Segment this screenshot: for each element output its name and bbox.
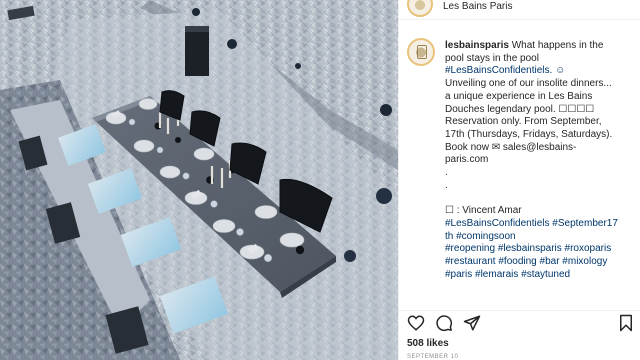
like-count[interactable]: 508 likes (407, 338, 449, 349)
account-name[interactable]: Les Bains Paris (443, 1, 512, 12)
header-avatar[interactable] (407, 0, 433, 17)
caption-line: 17th (Thursdays, Fridays, Saturdays). (445, 128, 613, 140)
share-icon[interactable] (463, 314, 481, 332)
pool-dinner-image (0, 0, 398, 360)
caption-hashtag-line[interactable]: #LesBainsConfidentiels #September17 (445, 218, 635, 231)
caption-text: lesbainsparis What happens in the pool s… (445, 40, 635, 281)
caption-line: lesbainsparis What happens in the (445, 40, 604, 51)
heart-icon[interactable] (407, 314, 425, 332)
post-header: Les Bains Paris (399, 0, 640, 20)
caption-line: pool stays in the pool (445, 52, 539, 64)
caption-line: paris.com (445, 154, 489, 166)
caption-line: . (445, 179, 448, 191)
post-photo[interactable] (0, 0, 398, 360)
caption-username[interactable]: lesbainsparis (445, 40, 509, 51)
caption-line: Unveiling one of our insolite dinners... (445, 78, 612, 90)
post-date: SEPTEMBER 10 (407, 354, 459, 360)
caption-hashtag-line[interactable]: th #comingsoon (445, 231, 635, 244)
post-actions-bar (399, 310, 640, 334)
caption-line: a unique experience in Les Bains (445, 90, 593, 102)
comment-icon[interactable] (435, 314, 453, 332)
caption-line: Douches legendary pool. ☐☐☐☐ (445, 103, 595, 115)
post-side-panel: Les Bains Paris lesbainsparis What happe… (398, 0, 640, 360)
caption-hashtag-line[interactable]: #LesBainsConfidentiels. ☺ (445, 65, 635, 78)
caption-line: Book now ✉ sales@lesbains- (445, 141, 577, 153)
caption-avatar[interactable] (407, 38, 435, 66)
bookmark-icon[interactable] (617, 314, 635, 332)
caption-line (445, 192, 635, 205)
caption-hashtag-line[interactable]: #reopening #lesbainsparis #roxoparis (445, 243, 635, 256)
caption-hashtag-line[interactable]: #paris #lemarais #staytuned (445, 269, 635, 282)
caption-hashtag-line[interactable]: #restaurant #fooding #bar #mixology (445, 256, 635, 269)
caption-line: Reservation only. From September, (445, 116, 602, 128)
caption-line: . (445, 167, 448, 179)
caption-line: ☐ : Vincent Amar (445, 205, 522, 217)
